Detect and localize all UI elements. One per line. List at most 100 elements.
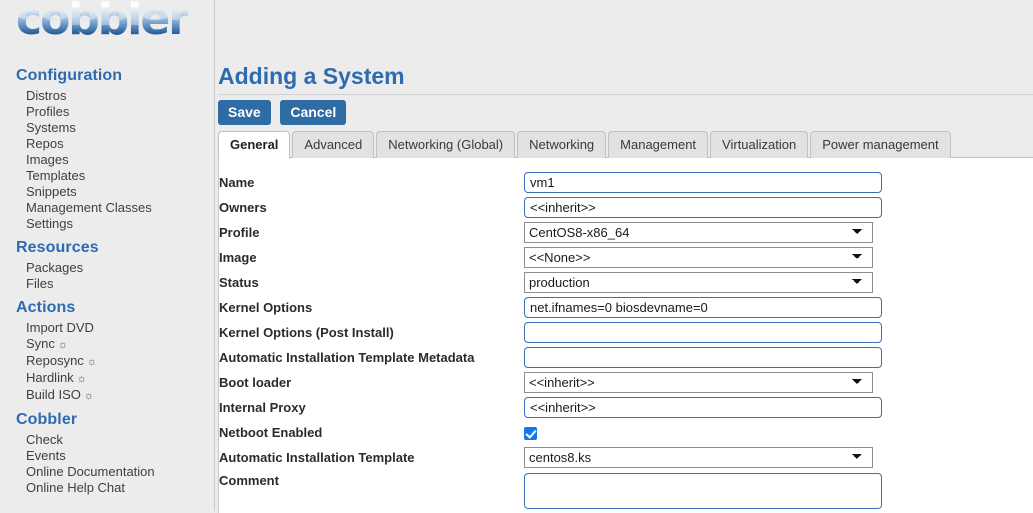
- sidebar-item-sync[interactable]: Sync ☼: [0, 336, 214, 353]
- sidebar-item-label: Events: [26, 448, 66, 463]
- name-input[interactable]: [524, 172, 882, 193]
- sun-icon: ☼: [83, 390, 95, 402]
- sidebar-item-settings[interactable]: Settings: [0, 216, 214, 232]
- form-row-name: Name: [219, 170, 1033, 195]
- sidebar-item-label: Check: [26, 432, 63, 447]
- sidebar-item-label: Sync: [26, 336, 55, 351]
- tab-power-management[interactable]: Power management: [810, 131, 951, 158]
- sidebar-item-hardlink[interactable]: Hardlink ☼: [0, 370, 214, 387]
- netboot-enabled-checkbox[interactable]: [524, 427, 537, 441]
- save-button[interactable]: Save: [218, 100, 271, 125]
- sidebar-item-label: Hardlink: [26, 370, 74, 385]
- sidebar-heading-configuration: Configuration: [16, 67, 123, 84]
- label-netboot-enabled: Netboot Enabled: [219, 425, 323, 440]
- cobbler-logo[interactable]: cobbler cobbler: [0, 0, 214, 62]
- sidebar-item-online-documentation[interactable]: Online Documentation: [0, 464, 214, 480]
- label-boot-loader: Boot loader: [219, 375, 292, 390]
- system-form: Name Owners Profile CentOS8-x86_64 Image…: [219, 170, 1033, 513]
- sun-icon: ☼: [76, 373, 87, 385]
- label-comment: Comment: [219, 473, 279, 488]
- sidebar-group-cobbler: Cobbler Check Events Online Documentatio…: [0, 406, 214, 498]
- label-kernel-options: Kernel Options: [219, 300, 313, 315]
- sidebar-item-systems[interactable]: Systems: [0, 120, 214, 136]
- label-name: Name: [219, 175, 255, 190]
- sidebar-item-label: Systems: [26, 120, 76, 135]
- sidebar-item-repos[interactable]: Repos: [0, 136, 214, 152]
- owners-input[interactable]: [524, 197, 882, 218]
- sidebar-item-import-dvd[interactable]: Import DVD: [0, 320, 214, 336]
- sidebar-item-label: Reposync: [26, 353, 84, 368]
- sidebar-group-configuration: Configuration Distros Profiles Systems R…: [0, 62, 214, 234]
- sidebar-item-management-classes[interactable]: Management Classes: [0, 200, 214, 216]
- tab-networking-global[interactable]: Networking (Global): [376, 131, 516, 158]
- sidebar-item-label: Packages: [26, 260, 84, 275]
- label-image: Image: [219, 250, 257, 265]
- form-row-kernel-options-post: Kernel Options (Post Install): [219, 320, 1033, 345]
- form-row-netboot-enabled: Netboot Enabled: [219, 420, 1033, 445]
- sidebar-item-label: Online Help Chat: [26, 480, 125, 495]
- form-row-template-metadata: Automatic Installation Template Metadata: [219, 345, 1033, 370]
- sun-icon: ☼: [57, 339, 68, 351]
- tab-advanced[interactable]: Advanced: [292, 131, 375, 158]
- sidebar-item-events[interactable]: Events: [0, 448, 214, 464]
- page-title: Adding a System: [218, 63, 405, 89]
- sidebar-item-snippets[interactable]: Snippets: [0, 184, 214, 200]
- sidebar-item-build-iso[interactable]: Build ISO ☼: [0, 387, 214, 404]
- sidebar-heading-resources: Resources: [16, 239, 99, 256]
- profile-select[interactable]: CentOS8-x86_64: [524, 222, 873, 243]
- sidebar-item-packages[interactable]: Packages: [0, 260, 214, 276]
- comment-textarea[interactable]: [524, 473, 882, 509]
- main-content: Adding a System Save Cancel General Advan…: [215, 0, 1033, 513]
- label-status: Status: [219, 275, 259, 290]
- label-automatic-installation-template: Automatic Installation Template: [219, 450, 415, 465]
- sidebar-item-files[interactable]: Files: [0, 276, 214, 292]
- tab-general[interactable]: General: [218, 131, 291, 159]
- sidebar-item-profiles[interactable]: Profiles: [0, 104, 214, 120]
- kernel-options-post-install-input[interactable]: [524, 322, 882, 343]
- sidebar: cobbler cobbler Configuration Distros Pr…: [0, 0, 215, 511]
- cancel-button[interactable]: Cancel: [280, 100, 347, 125]
- sidebar-item-images[interactable]: Images: [0, 152, 214, 168]
- form-row-profile: Profile CentOS8-x86_64: [219, 220, 1033, 245]
- status-select[interactable]: production: [524, 272, 873, 293]
- sidebar-list-cobbler: Check Events Online Documentation Online…: [0, 432, 214, 498]
- tab-virtualization[interactable]: Virtualization: [710, 131, 809, 158]
- sidebar-item-label: Templates: [26, 168, 86, 183]
- sidebar-item-templates[interactable]: Templates: [0, 168, 214, 184]
- image-select[interactable]: <<None>>: [524, 247, 873, 268]
- sidebar-item-label: Management Classes: [26, 200, 152, 215]
- sidebar-item-label: Profiles: [26, 104, 70, 119]
- sidebar-item-distros[interactable]: Distros: [0, 88, 214, 104]
- sidebar-list-actions: Import DVD Sync ☼ Reposync ☼ Hardlink ☼ Bui…: [0, 320, 214, 406]
- label-internal-proxy: Internal Proxy: [219, 400, 306, 415]
- sidebar-item-label: Snippets: [26, 184, 77, 199]
- tab-networking[interactable]: Networking: [517, 131, 607, 158]
- sidebar-item-label: Repos: [26, 136, 64, 151]
- form-row-owners: Owners: [219, 195, 1033, 220]
- automatic-installation-template-select[interactable]: centos8.ks: [524, 447, 873, 468]
- kernel-options-input[interactable]: [524, 297, 882, 318]
- form-row-image: Image <<None>>: [219, 245, 1033, 270]
- sun-icon: ☼: [86, 356, 97, 368]
- general-tab-panel: Name Owners Profile CentOS8-x86_64 Image…: [218, 158, 1033, 513]
- sidebar-list-resources: Packages Files: [0, 260, 214, 294]
- form-row-status: Status production: [219, 270, 1033, 295]
- sidebar-heading-cobbler: Cobbler: [16, 411, 78, 428]
- label-kernel-options-post-install: Kernel Options (Post Install): [219, 325, 394, 340]
- automatic-installation-template-metadata-input[interactable]: [524, 347, 882, 368]
- sidebar-item-reposync[interactable]: Reposync ☼: [0, 353, 214, 370]
- sidebar-item-label: Import DVD: [26, 320, 94, 335]
- sidebar-item-check[interactable]: Check: [0, 432, 214, 448]
- form-row-kernel-options: Kernel Options: [219, 295, 1033, 320]
- logo-wordmark: cobbler: [16, 0, 190, 45]
- sidebar-group-resources: Resources Packages Files: [0, 234, 214, 294]
- form-row-automatic-installation-template: Automatic Installation Template centos8.…: [219, 445, 1033, 470]
- internal-proxy-input[interactable]: [524, 397, 882, 418]
- tab-management[interactable]: Management: [608, 131, 709, 158]
- label-owners: Owners: [219, 200, 267, 215]
- boot-loader-select[interactable]: <<inherit>>: [524, 372, 873, 393]
- sidebar-item-label: Settings: [26, 216, 73, 231]
- sidebar-item-label: Online Documentation: [26, 464, 155, 479]
- sidebar-item-label: Files: [26, 276, 54, 291]
- sidebar-item-online-help-chat[interactable]: Online Help Chat: [0, 480, 214, 496]
